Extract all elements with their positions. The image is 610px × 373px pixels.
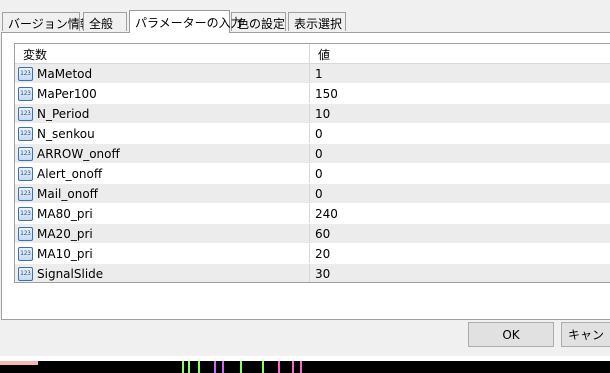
variable-name-cell: 123 ARROW_onoff: [15, 144, 310, 163]
variable-name-cell: 123 MA10_pri: [15, 244, 310, 263]
variable-name: MA80_pri: [37, 206, 93, 221]
tab-version-info[interactable]: バージョン情報: [2, 12, 92, 31]
table-row[interactable]: 123 MaMetod 1: [15, 64, 610, 84]
chart-background: [0, 361, 610, 373]
parameters-panel: 変数 値 123 MaMetod 1 123 MaPer100 150 123 N_Perio…: [1, 32, 610, 320]
variable-name-cell: 123 SignalSlide: [15, 264, 310, 282]
column-header-value[interactable]: 値: [310, 44, 610, 63]
integer-param-icon: 123: [18, 226, 33, 241]
tab-parameter-input[interactable]: パラメーターの入力: [129, 10, 243, 33]
integer-param-icon: 123: [18, 246, 33, 261]
integer-param-icon: 123: [18, 126, 33, 141]
variable-value-field[interactable]: 10: [310, 104, 610, 123]
chart-bar: [0, 361, 38, 365]
table-row[interactable]: 123 MA80_pri 240: [15, 204, 610, 224]
ok-button[interactable]: OK: [468, 322, 554, 347]
variable-value-field[interactable]: 0: [310, 184, 610, 203]
chart-bar: [278, 361, 280, 373]
variable-value-field[interactable]: 0: [310, 124, 610, 143]
variable-name: MA20_pri: [37, 226, 93, 241]
variable-value-field[interactable]: 20: [310, 244, 610, 263]
tab-general[interactable]: 全般: [83, 12, 127, 31]
variable-name: ARROW_onoff: [37, 146, 120, 161]
chart-bar: [198, 361, 200, 373]
integer-param-icon: 123: [18, 86, 33, 101]
variable-name-cell: 123 MaMetod: [15, 64, 310, 83]
tab-label: パラメーターの入力: [135, 16, 243, 30]
table-row[interactable]: 123 MA20_pri 60: [15, 224, 610, 244]
variable-name: Alert_onoff: [37, 166, 103, 181]
tab-label: 表示選択: [294, 17, 343, 31]
variable-name-cell: 123 N_senkou: [15, 124, 310, 143]
variable-name: Mail_onoff: [37, 186, 98, 201]
variable-name-cell: 123 MA80_pri: [15, 204, 310, 223]
integer-param-icon: 123: [18, 266, 33, 281]
variable-value-field[interactable]: 150: [310, 84, 610, 103]
tab-label: バージョン情報: [8, 17, 92, 31]
table-row[interactable]: 123 MaPer100 150: [15, 84, 610, 104]
variable-name-cell: 123 Alert_onoff: [15, 164, 310, 183]
tab-display-selection[interactable]: 表示選択: [288, 12, 346, 31]
integer-param-icon: 123: [18, 166, 33, 181]
variable-value-field[interactable]: 30: [310, 264, 610, 282]
integer-param-icon: 123: [18, 146, 33, 161]
chart-bar: [182, 361, 184, 373]
integer-param-icon: 123: [18, 206, 33, 221]
variable-name-cell: 123 MA20_pri: [15, 224, 310, 243]
ok-button-label: OK: [502, 327, 520, 342]
variable-name-cell: 123 MaPer100: [15, 84, 310, 103]
chart-bar: [262, 361, 264, 373]
table-row[interactable]: 123 N_Period 10: [15, 104, 610, 124]
table-row[interactable]: 123 N_senkou 0: [15, 124, 610, 144]
integer-param-icon: 123: [18, 66, 33, 81]
chart-bar: [188, 361, 190, 373]
chart-bar: [214, 361, 216, 373]
cancel-button-label: キャン: [568, 328, 605, 342]
tab-bar: バージョン情報 全般 パラメーターの入力 色の設定 表示選択: [0, 10, 610, 33]
variable-value-field[interactable]: 0: [310, 144, 610, 163]
variable-name-cell: 123 Mail_onoff: [15, 184, 310, 203]
table-row[interactable]: 123 Alert_onoff 0: [15, 164, 610, 184]
chart-bar: [222, 361, 224, 373]
background-chart-strip: [0, 356, 610, 373]
integer-param-icon: 123: [18, 186, 33, 201]
variable-name: MaMetod: [37, 66, 93, 81]
grid-rows: 123 MaMetod 1 123 MaPer100 150 123 N_Period 10 12…: [15, 64, 610, 282]
variable-name: N_senkou: [37, 126, 95, 141]
variable-name-cell: 123 N_Period: [15, 104, 310, 123]
tab-label: 全般: [89, 17, 114, 31]
integer-param-icon: 123: [18, 106, 33, 121]
chart-bar: [292, 361, 294, 373]
grid-header: 変数 値: [15, 44, 610, 64]
variable-value-field[interactable]: 60: [310, 224, 610, 243]
table-row[interactable]: 123 SignalSlide 30: [15, 264, 610, 282]
chart-bar: [240, 361, 242, 373]
table-row[interactable]: 123 Mail_onoff 0: [15, 184, 610, 204]
table-row[interactable]: 123 ARROW_onoff 0: [15, 144, 610, 164]
parameter-grid: 変数 値 123 MaMetod 1 123 MaPer100 150 123 N_Perio…: [14, 43, 610, 283]
variable-name: MA10_pri: [37, 246, 93, 261]
variable-name: MaPer100: [37, 86, 97, 101]
cancel-button[interactable]: キャン: [561, 322, 610, 347]
variable-name: SignalSlide: [37, 266, 104, 281]
variable-name: N_Period: [37, 106, 90, 121]
variable-value-field[interactable]: 1: [310, 64, 610, 83]
table-row[interactable]: 123 MA10_pri 20: [15, 244, 610, 264]
variable-value-field[interactable]: 240: [310, 204, 610, 223]
column-header-variable[interactable]: 変数: [15, 44, 310, 63]
tab-label: 色の設定: [237, 17, 286, 31]
chart-bar: [300, 361, 302, 373]
variable-value-field[interactable]: 0: [310, 164, 610, 183]
